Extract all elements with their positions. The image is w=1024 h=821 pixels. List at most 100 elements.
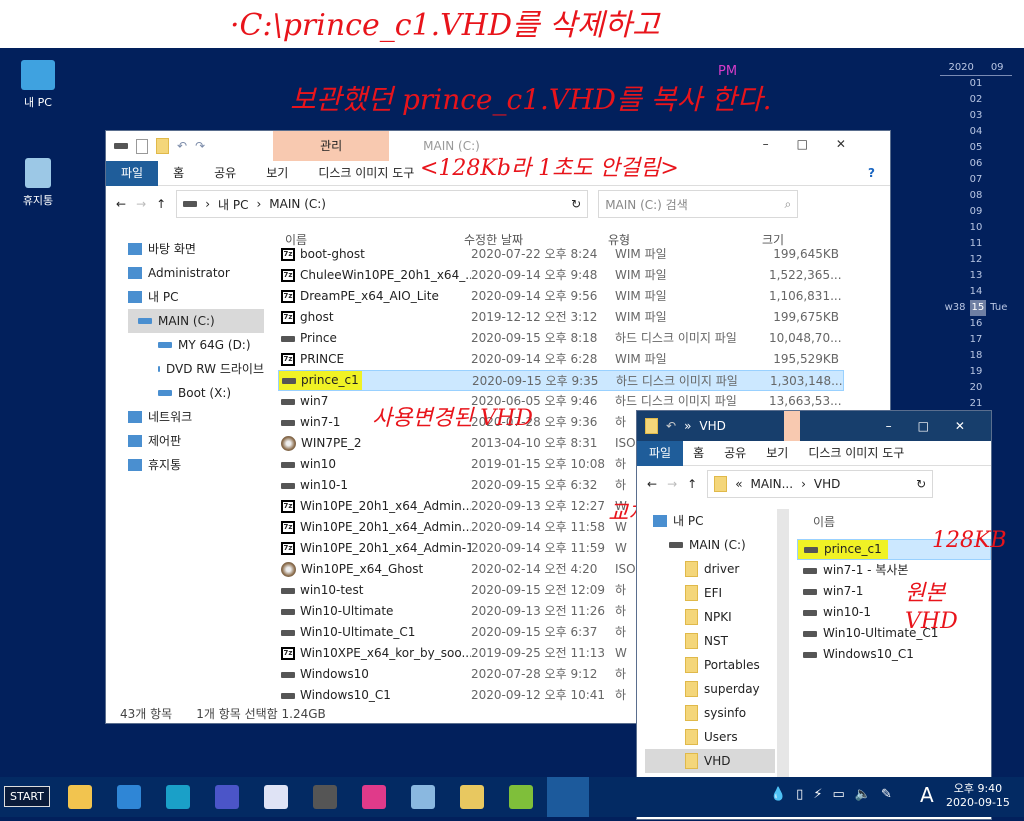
calendar-day[interactable]: 08 xyxy=(940,188,1012,204)
nav-item[interactable]: MY 64G (D:) xyxy=(128,333,264,357)
taskbar-r-app-icon[interactable] xyxy=(460,785,484,809)
nav-item[interactable]: DVD RW 드라이브 xyxy=(128,357,264,381)
file-row[interactable]: 7z ChuleeWin10PE_20h1_x64_... 2020-09-14 오… xyxy=(278,265,844,286)
back-button[interactable]: ← xyxy=(647,477,657,491)
file-row[interactable]: 7z ghost 2019-12-12 오전 3:12 WIM 파일 199,675KB xyxy=(278,307,844,328)
window-controls[interactable]: –□✕ xyxy=(763,137,874,151)
breadcrumb-vhd[interactable]: VHD xyxy=(814,477,840,491)
start-button[interactable]: START xyxy=(4,786,50,807)
refresh-icon[interactable]: ↻ xyxy=(916,477,926,491)
taskbar-file-explorer-icon[interactable] xyxy=(68,785,92,809)
help-icon[interactable]: ? xyxy=(853,161,890,186)
taskbar-color-monitor-icon[interactable] xyxy=(362,785,386,809)
breadcrumb-main-c[interactable]: MAIN (C:) xyxy=(269,197,326,211)
breadcrumb-my-pc[interactable]: 내 PC xyxy=(218,196,248,213)
taskbar-edge-icon[interactable] xyxy=(166,785,190,809)
address-bar[interactable]: «MAIN... › VHD ↻ xyxy=(707,470,934,498)
new-folder-icon[interactable] xyxy=(645,418,658,434)
nav-item[interactable]: 제어판 xyxy=(128,429,264,453)
back-button[interactable]: ← xyxy=(116,197,126,211)
file-row[interactable]: 7z boot-ghost 2020-07-22 오후 8:24 WIM 파일 199,… xyxy=(278,244,844,265)
nav-item[interactable]: 내 PC xyxy=(128,285,264,309)
address-bar[interactable]: › 내 PC › MAIN (C:) ↻ xyxy=(176,190,589,218)
forward-button[interactable]: → xyxy=(136,197,146,211)
taskbar-internet-explorer-icon[interactable] xyxy=(117,785,141,809)
clock[interactable]: 오후 9:40 2020-09-15 xyxy=(946,780,1010,809)
desktop-icon-my-pc[interactable]: 내 PC xyxy=(8,60,68,110)
tab-share[interactable]: 공유 xyxy=(714,441,756,466)
file-row[interactable]: win7 2020-06-05 오후 9:46 하드 디스크 이미지 파일 13,66… xyxy=(278,391,844,412)
tab-disk-image-tools[interactable]: 디스크 이미지 도구 xyxy=(303,161,429,186)
tab-home[interactable]: 홈 xyxy=(683,441,714,466)
taskbar-paint-grid-icon[interactable] xyxy=(264,785,288,809)
tab-view[interactable]: 보기 xyxy=(756,441,798,466)
nav-item[interactable]: NST xyxy=(645,629,775,653)
calendar-today[interactable]: w38 15 Tue xyxy=(940,300,1012,316)
nav-item[interactable]: sysinfo xyxy=(645,701,775,725)
calendar-day[interactable]: 20 xyxy=(940,380,1012,396)
tab-file[interactable]: 파일 xyxy=(106,160,159,186)
file-row[interactable]: Windows10_C1 xyxy=(797,644,991,665)
tab-home[interactable]: 홈 xyxy=(158,161,199,186)
column-name[interactable]: 이름 xyxy=(813,513,835,530)
tab-disk-image-tools[interactable]: 디스크 이미지 도구 xyxy=(798,441,914,466)
nav-scrollbar[interactable] xyxy=(777,509,789,779)
nav-item[interactable]: VHD xyxy=(645,749,775,773)
manage-tab[interactable]: 관리 xyxy=(273,131,390,161)
ime-indicator[interactable]: A xyxy=(920,783,934,807)
tab-view[interactable]: 보기 xyxy=(251,161,303,186)
forward-button[interactable]: → xyxy=(667,477,677,491)
calendar-day[interactable]: 11 xyxy=(940,236,1012,252)
taskbar-network-monitor-icon[interactable] xyxy=(411,785,435,809)
search-input[interactable]: MAIN (C:) 검색 ⌕ xyxy=(598,190,799,218)
file-row[interactable]: prince_c1 2020-09-15 오후 9:35 하드 디스크 이미지 파일… xyxy=(278,370,844,391)
window-controls[interactable]: –□✕ xyxy=(886,419,991,433)
calendar-day[interactable]: 10 xyxy=(940,220,1012,236)
nav-item[interactable]: superday xyxy=(645,677,775,701)
desktop-icon-recycle-bin[interactable]: 휴지통 xyxy=(8,158,68,208)
calendar-day[interactable]: 01 xyxy=(940,76,1012,92)
file-row[interactable]: 7z DreamPE_x64_AIO_Lite 2020-09-14 오후 9:56… xyxy=(278,286,844,307)
properties-icon[interactable] xyxy=(136,138,148,154)
calendar-day[interactable]: 19 xyxy=(940,364,1012,380)
calendar-day[interactable]: 17 xyxy=(940,332,1012,348)
nav-item[interactable]: 내 PC xyxy=(645,509,775,533)
taskbar-explorer-active[interactable] xyxy=(547,777,589,817)
calendar-day[interactable]: 02 xyxy=(940,92,1012,108)
nav-item[interactable]: Administrator xyxy=(128,261,264,285)
undo-icon[interactable]: ↶ xyxy=(177,139,187,153)
nav-item[interactable]: NPKI xyxy=(645,605,775,629)
calendar-day[interactable]: 03 xyxy=(940,108,1012,124)
calendar-day[interactable]: 12 xyxy=(940,252,1012,268)
undo-icon[interactable]: ↶ xyxy=(666,419,676,433)
tray-icons[interactable]: 💧▯⚡▭🔈✎ xyxy=(770,787,902,802)
calendar-day[interactable]: 18 xyxy=(940,348,1012,364)
taskbar-transformer-icon[interactable] xyxy=(313,785,337,809)
calendar-day[interactable]: 07 xyxy=(940,172,1012,188)
tab-file[interactable]: 파일 xyxy=(637,440,684,466)
calendar-day[interactable]: 13 xyxy=(940,268,1012,284)
calendar-day[interactable]: 16 xyxy=(940,316,1012,332)
nav-item[interactable]: driver xyxy=(645,557,775,581)
up-button[interactable]: ↑ xyxy=(156,197,166,211)
file-row[interactable]: Prince 2020-09-15 오후 8:18 하드 디스크 이미지 파일 10,… xyxy=(278,328,844,349)
refresh-icon[interactable]: ↻ xyxy=(571,197,581,211)
calendar-day[interactable]: 14 xyxy=(940,284,1012,300)
calendar-day[interactable]: 06 xyxy=(940,156,1012,172)
nav-item[interactable]: 휴지통 xyxy=(128,453,264,477)
nav-item[interactable]: 네트워크 xyxy=(128,405,264,429)
nav-item[interactable]: Boot (X:) xyxy=(128,381,264,405)
nav-item[interactable]: Portables xyxy=(645,653,775,677)
redo-icon[interactable]: ↷ xyxy=(195,139,205,153)
nav-item[interactable]: 바탕 화면 xyxy=(128,237,264,261)
nav-item[interactable]: MAIN (C:) xyxy=(645,533,775,557)
taskbar-save-icon[interactable] xyxy=(215,785,239,809)
nav-item[interactable]: Users xyxy=(645,725,775,749)
up-button[interactable]: ↑ xyxy=(687,477,697,491)
nav-item[interactable]: EFI xyxy=(645,581,775,605)
nav-item[interactable]: MAIN (C:) xyxy=(128,309,264,333)
calendar-day[interactable]: 04 xyxy=(940,124,1012,140)
tab-share[interactable]: 공유 xyxy=(199,161,251,186)
file-row[interactable]: win7-1 - 복사본 xyxy=(797,560,991,581)
calendar-day[interactable]: 09 xyxy=(940,204,1012,220)
